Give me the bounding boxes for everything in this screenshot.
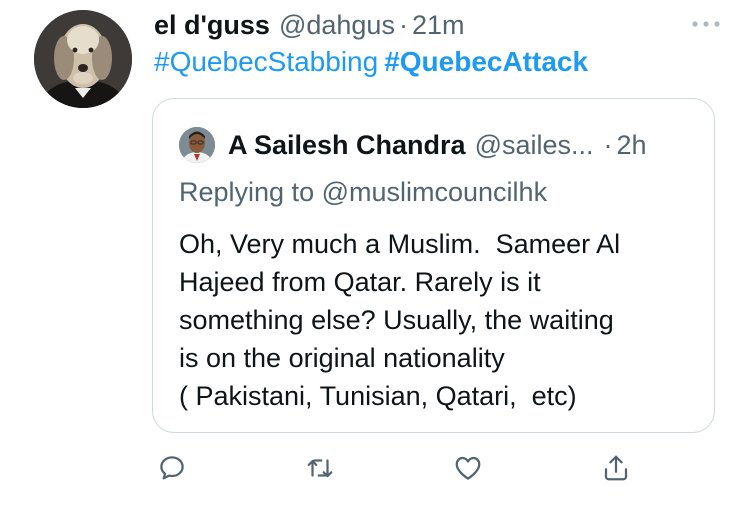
- quoted-author-display-name[interactable]: A Sailesh Chandra: [228, 130, 466, 161]
- separator-dot: ·: [398, 10, 408, 40]
- quoted-text-line: Oh, Very much a Muslim. Sameer Al: [179, 229, 621, 259]
- share-button[interactable]: [598, 450, 634, 486]
- hashtag-link[interactable]: #QuebecStabbing: [154, 46, 378, 77]
- retweet-button[interactable]: [302, 450, 338, 486]
- tweet-text: #QuebecStabbing #QuebecAttack: [154, 46, 588, 78]
- tweet-action-bar: [152, 450, 652, 486]
- hashtag-link[interactable]: #QuebecAttack: [384, 46, 588, 77]
- quoted-tweet-header: A Sailesh Chandra @sailes... · 2h: [179, 127, 647, 163]
- reply-button[interactable]: [154, 450, 190, 486]
- replying-to-label: Replying to: [179, 177, 315, 207]
- quoted-text-line: is on the original nationality: [179, 343, 505, 373]
- quoted-author-avatar: [179, 127, 215, 163]
- quoted-author-handle[interactable]: @sailes...: [475, 130, 594, 161]
- quoted-text-line: ( Pakistani, Tunisian, Qatari, etc): [179, 381, 577, 411]
- more-options-icon[interactable]: [688, 14, 724, 34]
- like-icon: [455, 456, 481, 480]
- separator-dot: ·: [603, 129, 613, 160]
- author-avatar[interactable]: [34, 10, 132, 108]
- quoted-text-line: something else? Usually, the waiting: [179, 305, 614, 335]
- replying-to-mention[interactable]: @muslimcouncilhk: [322, 177, 547, 207]
- quoted-text-line: Hajeed from Qatar. Rarely is it: [179, 267, 541, 297]
- author-handle[interactable]: @dahgus: [279, 10, 395, 41]
- tweet[interactable]: el d'guss @dahgus · 21m #QuebecStabbing #…: [0, 0, 750, 507]
- tweet-header: el d'guss @dahgus · 21m: [154, 10, 710, 46]
- tweet-timestamp[interactable]: 21m: [412, 10, 465, 41]
- quoted-tweet-text: Oh, Very much a Muslim. Sameer Al Hajeed…: [179, 225, 699, 415]
- author-display-name[interactable]: el d'guss: [154, 10, 270, 41]
- share-icon: [604, 455, 628, 481]
- like-button[interactable]: [450, 450, 486, 486]
- replying-to: Replying to @muslimcouncilhk: [179, 177, 547, 208]
- retweet-icon: [307, 459, 333, 478]
- quoted-tweet-timestamp[interactable]: 2h: [617, 130, 647, 161]
- reply-icon: [160, 456, 184, 480]
- quoted-tweet[interactable]: A Sailesh Chandra @sailes... · 2h Replyi…: [152, 98, 715, 433]
